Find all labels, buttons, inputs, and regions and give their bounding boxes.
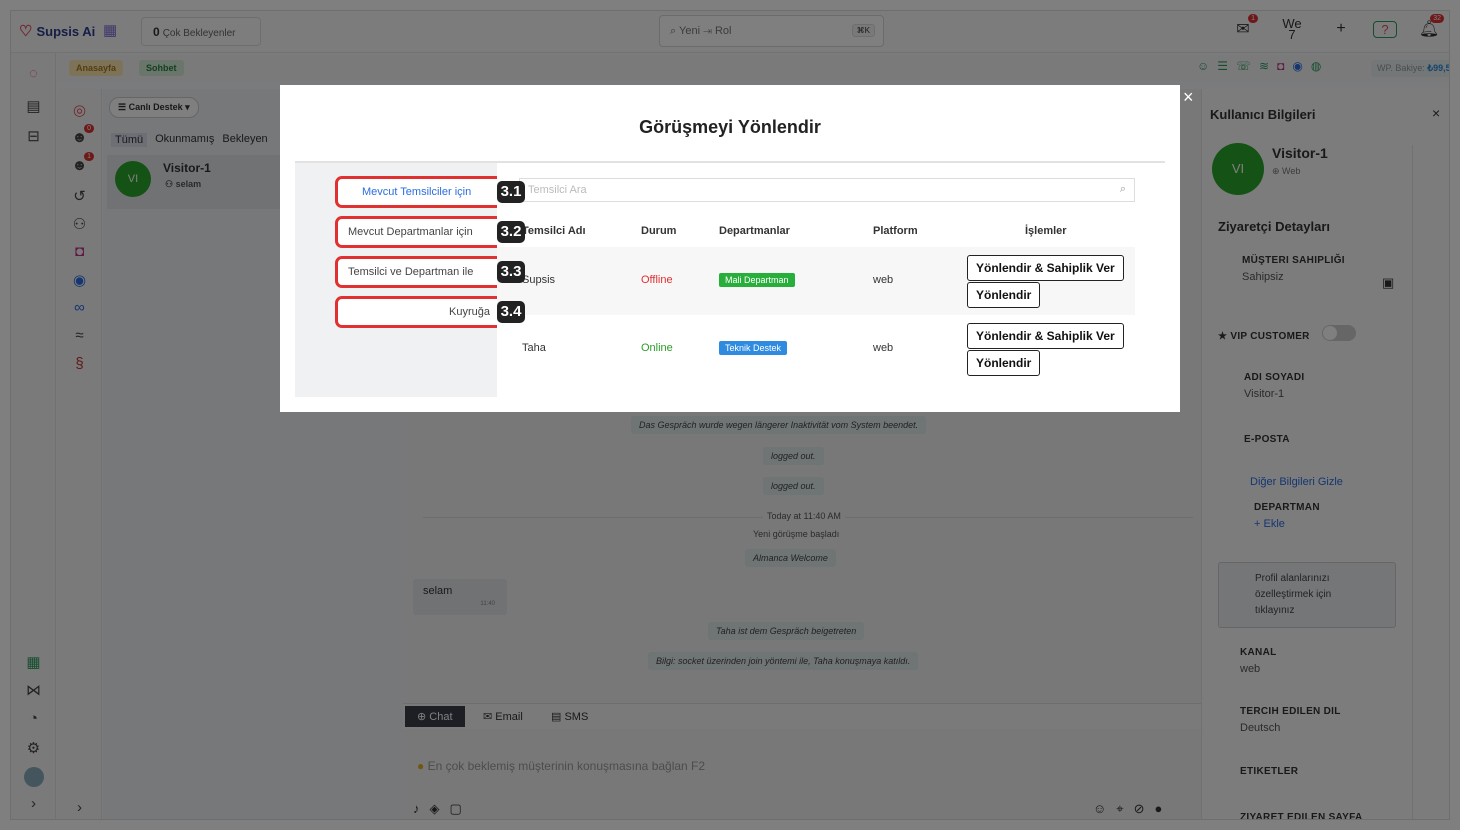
agent-name: Taha: [522, 342, 546, 354]
agent-name: Supsis: [522, 274, 556, 286]
table-row: Taha Online Teknik Destek web Yönlendir …: [497, 315, 1135, 383]
redirect-button[interactable]: Yönlendir: [967, 350, 1041, 376]
col-actions: İşlemler: [1025, 225, 1067, 237]
option-agent-and-department[interactable]: Temsilci ve Departman ile: [335, 256, 511, 288]
col-departments: Departmanlar: [719, 225, 790, 237]
annotation-tag: 3.3: [497, 261, 525, 283]
col-platform: Platform: [873, 225, 918, 237]
col-status: Durum: [641, 225, 677, 237]
option-agent-and-department-label: Temsilci ve Departman ile: [348, 266, 474, 278]
annotation-tag: 3.4: [497, 301, 525, 323]
agent-status: Online: [641, 342, 673, 354]
agent-table: Temsilci Ara ⌕ Temsilci Adı Durum Departm…: [497, 163, 1165, 399]
modal-title: Görüşmeyi Yönlendir: [639, 117, 821, 137]
option-current-agents[interactable]: Mevcut Temsilciler için: [335, 176, 511, 208]
agent-platform: web: [873, 274, 894, 286]
col-agent-name: Temsilci Adı: [522, 225, 586, 237]
option-current-departments[interactable]: Mevcut Departmanlar için: [335, 216, 511, 248]
option-queue[interactable]: Kuyruğa: [335, 296, 511, 328]
redirect-and-own-button[interactable]: Yönlendir & Sahiplik Ver: [967, 323, 1124, 349]
agent-status: Offline: [641, 274, 673, 286]
modal-close-icon[interactable]: ×: [1183, 87, 1194, 108]
option-queue-label: Kuyruğa: [449, 306, 490, 318]
annotation-tag: 3.1: [497, 181, 525, 203]
department-badge: Mali Departman: [719, 273, 795, 287]
option-current-agents-label: Mevcut Temsilciler için: [362, 186, 472, 198]
agent-search-input[interactable]: Temsilci Ara ⌕: [519, 178, 1135, 202]
redirect-modal: Görüşmeyi Yönlendir Mevcut Temsilciler i…: [280, 85, 1180, 412]
redirect-and-own-button[interactable]: Yönlendir & Sahiplik Ver: [967, 255, 1124, 281]
modal-body: Mevcut Temsilciler için Mevcut Departman…: [295, 161, 1165, 399]
department-badge: Teknik Destek: [719, 341, 788, 355]
redirect-button[interactable]: Yönlendir: [967, 282, 1041, 308]
search-icon: ⌕: [1119, 183, 1126, 195]
agent-platform: web: [873, 342, 894, 354]
option-current-departments-label: Mevcut Departmanlar için: [348, 226, 473, 238]
agent-search-placeholder: Temsilci Ara: [528, 184, 587, 196]
table-row: Supsis Offline Mali Departman web Yönlen…: [497, 247, 1135, 315]
annotation-tag: 3.2: [497, 221, 525, 243]
